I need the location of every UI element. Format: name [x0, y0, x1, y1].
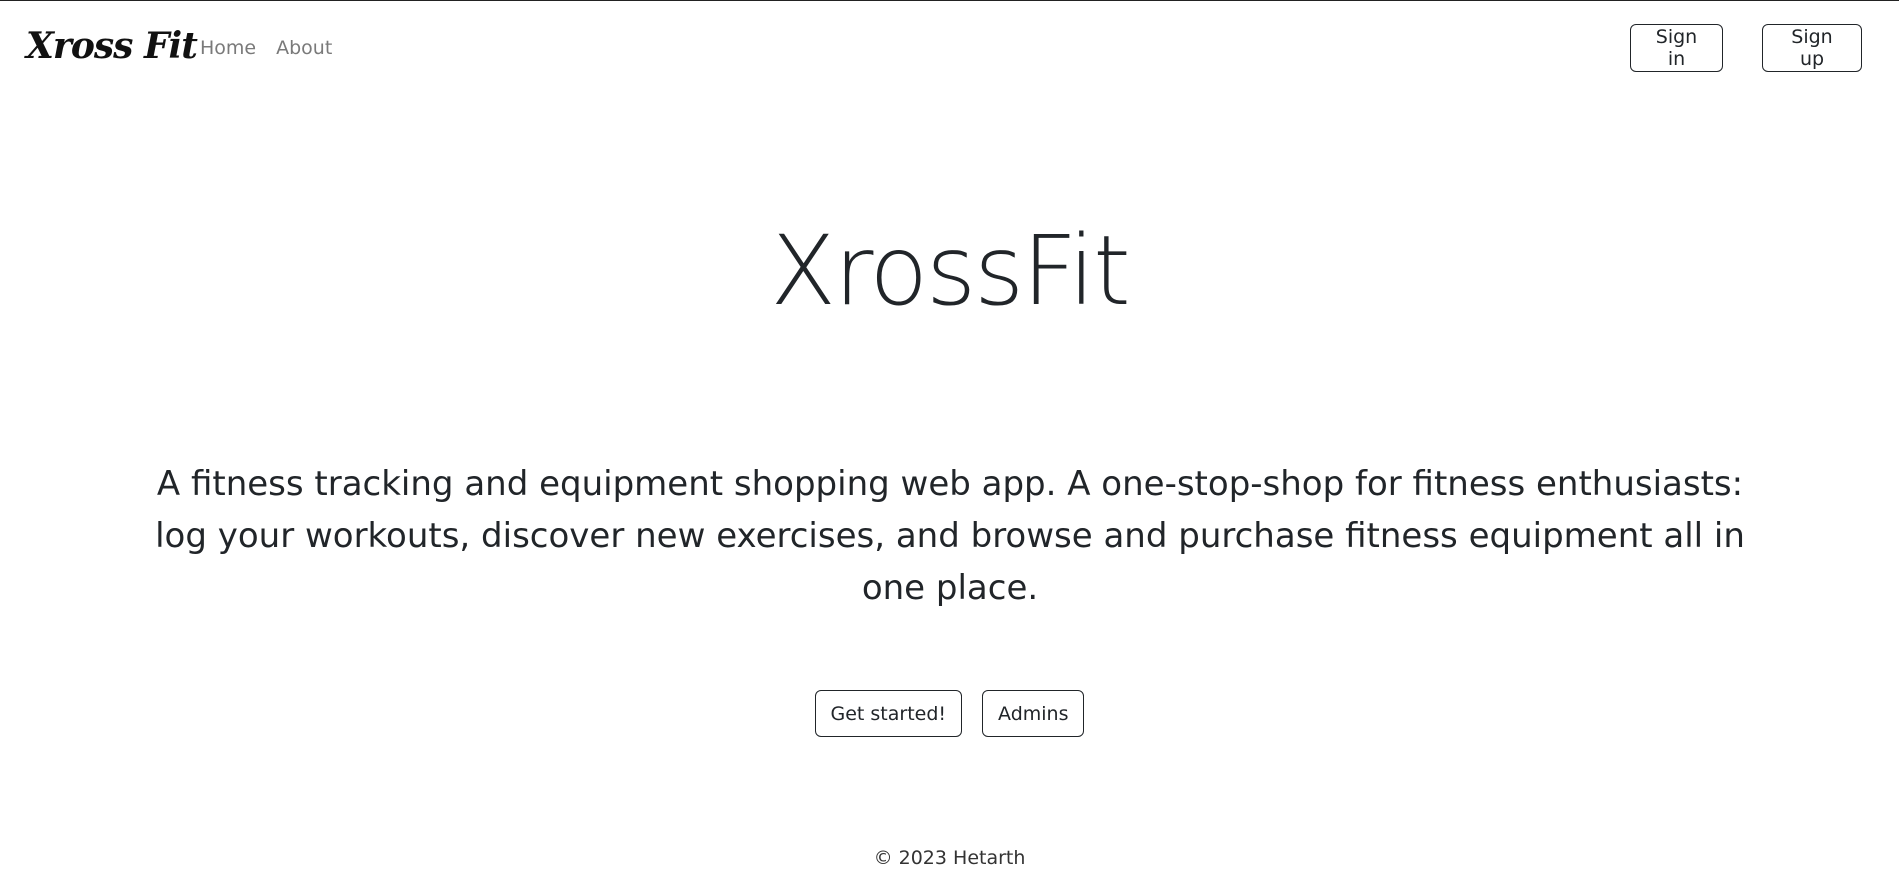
brand-logo[interactable]: Xross Fit: [26, 25, 198, 67]
nav-link-about[interactable]: About: [276, 37, 332, 59]
hero-description: A fitness tracking and equipment shoppin…: [155, 464, 1745, 608]
nav-link-home[interactable]: Home: [200, 37, 256, 59]
get-started-button[interactable]: Get started!: [814, 690, 963, 737]
hero-title: XrossFit: [770, 215, 1130, 327]
footer-copyright: © 2023 Hetarth: [873, 847, 1026, 869]
admins-button[interactable]: Admins: [982, 690, 1085, 737]
nav-links: Home About: [200, 37, 332, 59]
cta-button-row: Get started! Admins: [0, 690, 1899, 737]
sign-up-button[interactable]: Sign up: [1762, 24, 1862, 72]
sign-in-button[interactable]: Sign in: [1630, 24, 1723, 72]
navbar: Xross Fit Home About Sign in Sign up: [0, 1, 1899, 97]
page: Xross Fit Home About Sign in Sign up Xro…: [0, 0, 1899, 889]
